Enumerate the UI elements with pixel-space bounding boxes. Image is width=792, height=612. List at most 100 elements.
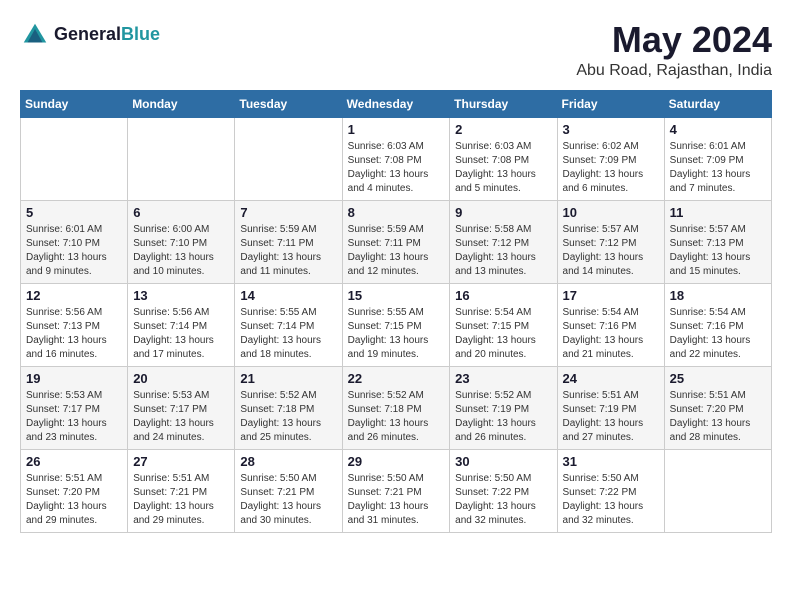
calendar-table: Sunday Monday Tuesday Wednesday Thursday… (20, 90, 772, 533)
day-number: 13 (133, 288, 229, 303)
sunrise-text: Sunrise: 5:51 AM (563, 390, 639, 401)
sunrise-text: Sunrise: 5:51 AM (26, 473, 102, 484)
calendar-day: 30 Sunrise: 5:50 AM Sunset: 7:22 PM Dayl… (450, 449, 557, 532)
day-info: Sunrise: 6:03 AM Sunset: 7:08 PM Dayligh… (455, 140, 551, 196)
day-info: Sunrise: 5:57 AM Sunset: 7:12 PM Dayligh… (563, 223, 659, 279)
day-number: 3 (563, 122, 659, 137)
day-info: Sunrise: 5:50 AM Sunset: 7:21 PM Dayligh… (348, 472, 445, 528)
sunset-text: Sunset: 7:08 PM (455, 155, 529, 166)
day-info: Sunrise: 6:02 AM Sunset: 7:09 PM Dayligh… (563, 140, 659, 196)
sunset-text: Sunset: 7:19 PM (563, 404, 637, 415)
calendar-day (128, 117, 235, 200)
day-number: 25 (670, 371, 766, 386)
sunset-text: Sunset: 7:09 PM (563, 155, 637, 166)
daylight-text: Daylight: 13 hours and 27 minutes. (563, 418, 644, 443)
calendar-day: 6 Sunrise: 6:00 AM Sunset: 7:10 PM Dayli… (128, 200, 235, 283)
day-number: 31 (563, 454, 659, 469)
sunset-text: Sunset: 7:15 PM (455, 321, 529, 332)
sunrise-text: Sunrise: 5:55 AM (240, 307, 316, 318)
week-row-1: 1 Sunrise: 6:03 AM Sunset: 7:08 PM Dayli… (21, 117, 772, 200)
calendar-day: 12 Sunrise: 5:56 AM Sunset: 7:13 PM Dayl… (21, 283, 128, 366)
day-number: 26 (26, 454, 122, 469)
daylight-text: Daylight: 13 hours and 19 minutes. (348, 335, 429, 360)
day-number: 7 (240, 205, 336, 220)
sunrise-text: Sunrise: 5:54 AM (563, 307, 639, 318)
sunrise-text: Sunrise: 5:50 AM (348, 473, 424, 484)
sunset-text: Sunset: 7:13 PM (670, 238, 744, 249)
daylight-text: Daylight: 13 hours and 10 minutes. (133, 252, 214, 277)
daylight-text: Daylight: 13 hours and 11 minutes. (240, 252, 321, 277)
day-number: 22 (348, 371, 445, 386)
calendar-day: 4 Sunrise: 6:01 AM Sunset: 7:09 PM Dayli… (664, 117, 771, 200)
header-monday: Monday (128, 90, 235, 117)
sunset-text: Sunset: 7:12 PM (455, 238, 529, 249)
sunset-text: Sunset: 7:09 PM (670, 155, 744, 166)
day-number: 4 (670, 122, 766, 137)
day-info: Sunrise: 5:52 AM Sunset: 7:18 PM Dayligh… (240, 389, 336, 445)
weekday-header-row: Sunday Monday Tuesday Wednesday Thursday… (21, 90, 772, 117)
daylight-text: Daylight: 13 hours and 25 minutes. (240, 418, 321, 443)
daylight-text: Daylight: 13 hours and 32 minutes. (563, 501, 644, 526)
sunrise-text: Sunrise: 6:01 AM (670, 141, 746, 152)
day-number: 18 (670, 288, 766, 303)
daylight-text: Daylight: 13 hours and 20 minutes. (455, 335, 536, 360)
day-info: Sunrise: 5:55 AM Sunset: 7:14 PM Dayligh… (240, 306, 336, 362)
day-info: Sunrise: 5:50 AM Sunset: 7:22 PM Dayligh… (563, 472, 659, 528)
calendar-day: 20 Sunrise: 5:53 AM Sunset: 7:17 PM Dayl… (128, 366, 235, 449)
calendar-day: 11 Sunrise: 5:57 AM Sunset: 7:13 PM Dayl… (664, 200, 771, 283)
location: Abu Road, Rajasthan, India (576, 62, 772, 80)
day-info: Sunrise: 5:58 AM Sunset: 7:12 PM Dayligh… (455, 223, 551, 279)
sunrise-text: Sunrise: 6:01 AM (26, 224, 102, 235)
day-number: 8 (348, 205, 445, 220)
sunset-text: Sunset: 7:21 PM (133, 487, 207, 498)
daylight-text: Daylight: 13 hours and 28 minutes. (670, 418, 751, 443)
daylight-text: Daylight: 13 hours and 31 minutes. (348, 501, 429, 526)
day-info: Sunrise: 6:01 AM Sunset: 7:10 PM Dayligh… (26, 223, 122, 279)
day-number: 21 (240, 371, 336, 386)
calendar-day: 23 Sunrise: 5:52 AM Sunset: 7:19 PM Dayl… (450, 366, 557, 449)
sunset-text: Sunset: 7:20 PM (26, 487, 100, 498)
sunrise-text: Sunrise: 6:03 AM (348, 141, 424, 152)
calendar-day (235, 117, 342, 200)
sunset-text: Sunset: 7:11 PM (348, 238, 421, 249)
calendar-day: 5 Sunrise: 6:01 AM Sunset: 7:10 PM Dayli… (21, 200, 128, 283)
header-sunday: Sunday (21, 90, 128, 117)
calendar-day: 19 Sunrise: 5:53 AM Sunset: 7:17 PM Dayl… (21, 366, 128, 449)
sunset-text: Sunset: 7:13 PM (26, 321, 100, 332)
header-wednesday: Wednesday (342, 90, 450, 117)
day-info: Sunrise: 5:54 AM Sunset: 7:15 PM Dayligh… (455, 306, 551, 362)
sunrise-text: Sunrise: 5:54 AM (670, 307, 746, 318)
sunrise-text: Sunrise: 5:52 AM (348, 390, 424, 401)
day-info: Sunrise: 5:51 AM Sunset: 7:21 PM Dayligh… (133, 472, 229, 528)
daylight-text: Daylight: 13 hours and 14 minutes. (563, 252, 644, 277)
day-number: 9 (455, 205, 551, 220)
daylight-text: Daylight: 13 hours and 21 minutes. (563, 335, 644, 360)
daylight-text: Daylight: 13 hours and 24 minutes. (133, 418, 214, 443)
day-number: 16 (455, 288, 551, 303)
sunset-text: Sunset: 7:19 PM (455, 404, 529, 415)
daylight-text: Daylight: 13 hours and 9 minutes. (26, 252, 107, 277)
header-saturday: Saturday (664, 90, 771, 117)
header-friday: Friday (557, 90, 664, 117)
sunrise-text: Sunrise: 6:03 AM (455, 141, 531, 152)
daylight-text: Daylight: 13 hours and 32 minutes. (455, 501, 536, 526)
day-number: 19 (26, 371, 122, 386)
calendar-day: 27 Sunrise: 5:51 AM Sunset: 7:21 PM Dayl… (128, 449, 235, 532)
calendar-day: 15 Sunrise: 5:55 AM Sunset: 7:15 PM Dayl… (342, 283, 450, 366)
day-info: Sunrise: 5:53 AM Sunset: 7:17 PM Dayligh… (133, 389, 229, 445)
calendar-day: 14 Sunrise: 5:55 AM Sunset: 7:14 PM Dayl… (235, 283, 342, 366)
sunset-text: Sunset: 7:22 PM (563, 487, 637, 498)
sunrise-text: Sunrise: 5:59 AM (240, 224, 316, 235)
day-number: 28 (240, 454, 336, 469)
sunset-text: Sunset: 7:21 PM (348, 487, 422, 498)
day-info: Sunrise: 5:59 AM Sunset: 7:11 PM Dayligh… (348, 223, 445, 279)
sunset-text: Sunset: 7:18 PM (240, 404, 314, 415)
calendar-day: 16 Sunrise: 5:54 AM Sunset: 7:15 PM Dayl… (450, 283, 557, 366)
sunset-text: Sunset: 7:11 PM (240, 238, 313, 249)
week-row-5: 26 Sunrise: 5:51 AM Sunset: 7:20 PM Dayl… (21, 449, 772, 532)
daylight-text: Daylight: 13 hours and 30 minutes. (240, 501, 321, 526)
daylight-text: Daylight: 13 hours and 23 minutes. (26, 418, 107, 443)
day-number: 27 (133, 454, 229, 469)
day-number: 10 (563, 205, 659, 220)
logo-icon (20, 20, 50, 50)
